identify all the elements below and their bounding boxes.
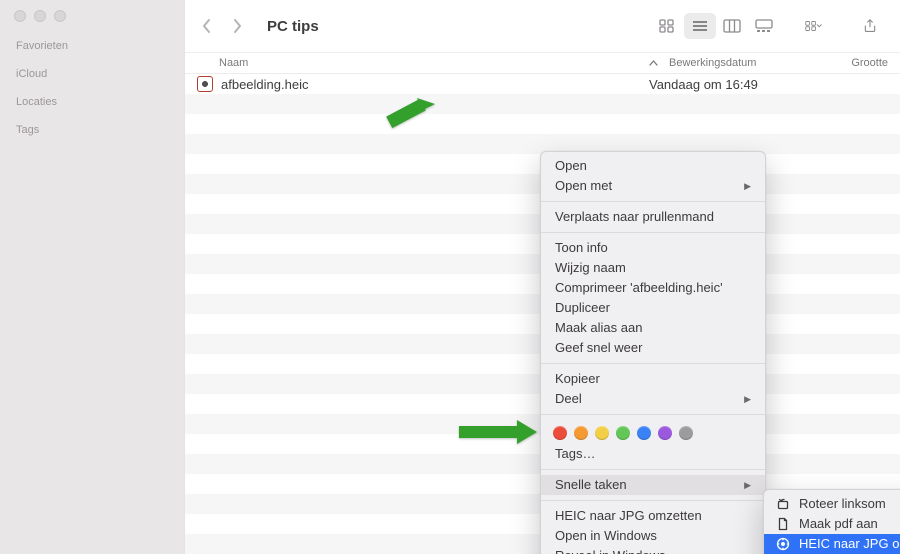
sidebar-section-tags: Tags — [0, 118, 184, 146]
chevron-right-icon: ▶ — [744, 475, 751, 495]
quick-actions-submenu[interactable]: Roteer linksom Maak pdf aan HEIC naar JP… — [763, 489, 900, 554]
folder-title: PC tips — [267, 18, 646, 35]
menu-separator — [541, 363, 765, 364]
file-row[interactable]: afbeelding.heic Vandaag om 16:49 — [185, 74, 900, 94]
menu-open-windows[interactable]: Open in Windows — [541, 526, 765, 546]
rotate-left-icon — [776, 497, 790, 511]
share-button[interactable] — [854, 13, 886, 39]
tag-blue[interactable] — [637, 426, 651, 440]
view-mode-group — [652, 13, 780, 39]
zoom-window-button[interactable] — [54, 10, 66, 22]
tag-green[interactable] — [616, 426, 630, 440]
main-pane: PC tips Naam Bewerkingsdatum Grootte — [184, 0, 900, 554]
menu-alias[interactable]: Maak alias aan — [541, 318, 765, 338]
menu-trash[interactable]: Verplaats naar prullenmand — [541, 207, 765, 227]
tag-yellow[interactable] — [595, 426, 609, 440]
toolbar-right — [652, 13, 886, 39]
column-view-button[interactable] — [716, 13, 748, 39]
file-name: afbeelding.heic — [221, 77, 308, 92]
back-button[interactable] — [193, 12, 221, 40]
sidebar-section-favorites: Favorieten — [0, 38, 184, 62]
list-view-button[interactable] — [684, 13, 716, 39]
chevron-right-icon: ▶ — [744, 389, 751, 409]
menu-separator — [541, 232, 765, 233]
menu-tags[interactable]: Tags… — [541, 444, 765, 464]
close-window-button[interactable] — [14, 10, 26, 22]
col-size[interactable]: Grootte — [851, 57, 888, 69]
nav-buttons — [193, 12, 251, 40]
document-icon — [776, 517, 790, 531]
file-name-cell: afbeelding.heic — [197, 76, 637, 92]
tag-purple[interactable] — [658, 426, 672, 440]
menu-copy[interactable]: Kopieer — [541, 369, 765, 389]
menu-separator — [541, 469, 765, 470]
finder-window: Favorieten iCloud Locaties Tags PC tips — [0, 0, 900, 554]
window-controls — [0, 10, 184, 38]
tag-gray[interactable] — [679, 426, 693, 440]
file-list[interactable]: afbeelding.heic Vandaag om 16:49 Open Op… — [185, 74, 900, 554]
tag-colors — [541, 420, 765, 444]
tag-red[interactable] — [553, 426, 567, 440]
file-date: Vandaag om 16:49 — [649, 77, 758, 92]
menu-open[interactable]: Open — [541, 156, 765, 176]
col-name[interactable]: Naam — [219, 57, 649, 69]
menu-heic-to-jpg[interactable]: HEIC naar JPG omzetten — [541, 506, 765, 526]
menu-duplicate[interactable]: Dupliceer — [541, 298, 765, 318]
sidebar-section-locations: Locaties — [0, 90, 184, 118]
sidebar: Favorieten iCloud Locaties Tags — [0, 0, 184, 554]
menu-separator — [541, 500, 765, 501]
column-header: Naam Bewerkingsdatum Grootte — [185, 52, 900, 74]
submenu-rotate-left[interactable]: Roteer linksom — [764, 494, 900, 514]
sidebar-section-icloud: iCloud — [0, 62, 184, 90]
menu-share[interactable]: Deel▶ — [541, 389, 765, 409]
chevron-right-icon: ▶ — [744, 176, 751, 196]
menu-quick-actions[interactable]: Snelle taken▶ — [541, 475, 765, 495]
menu-open-with[interactable]: Open met▶ — [541, 176, 765, 196]
minimize-window-button[interactable] — [34, 10, 46, 22]
menu-reveal-windows[interactable]: Reveal in Windows — [541, 546, 765, 554]
context-menu[interactable]: Open Open met▶ Verplaats naar prullenman… — [540, 151, 766, 554]
sort-indicator-icon — [649, 57, 661, 69]
menu-separator — [541, 414, 765, 415]
group-by-button[interactable] — [792, 13, 836, 39]
icon-view-button[interactable] — [652, 13, 684, 39]
menu-info[interactable]: Toon info — [541, 238, 765, 258]
gallery-view-button[interactable] — [748, 13, 780, 39]
submenu-heic-to-jpg[interactable]: HEIC naar JPG omzetten — [764, 534, 900, 554]
menu-quicklook[interactable]: Geef snel weer — [541, 338, 765, 358]
workflow-icon — [776, 537, 790, 551]
heic-file-icon — [197, 76, 213, 92]
toolbar: PC tips — [185, 0, 900, 52]
col-date[interactable]: Bewerkingsdatum — [669, 57, 827, 69]
forward-button[interactable] — [223, 12, 251, 40]
menu-separator — [541, 201, 765, 202]
menu-rename[interactable]: Wijzig naam — [541, 258, 765, 278]
tag-orange[interactable] — [574, 426, 588, 440]
menu-compress[interactable]: Comprimeer 'afbeelding.heic' — [541, 278, 765, 298]
submenu-make-pdf[interactable]: Maak pdf aan — [764, 514, 900, 534]
